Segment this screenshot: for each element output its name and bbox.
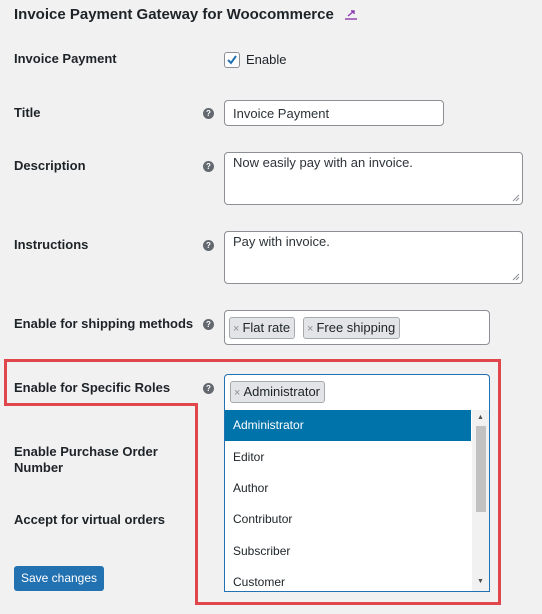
resize-grip-icon[interactable]: [512, 273, 520, 281]
external-link-icon[interactable]: [344, 6, 358, 23]
instructions-textarea[interactable]: Pay with invoice.: [224, 231, 523, 284]
description-text: Now easily pay with an invoice.: [233, 155, 413, 170]
title-input[interactable]: Invoice Payment: [224, 100, 444, 126]
title-field-label: Title: [14, 105, 41, 120]
page-title-text: Invoice Payment Gateway for Woocommerce: [14, 6, 334, 23]
remove-chip-icon[interactable]: ×: [233, 323, 239, 335]
instructions-field-label: Instructions: [14, 237, 89, 252]
shipping-methods-field-label: Enable for shipping methods: [14, 316, 194, 331]
shipping-methods-select[interactable]: × Flat rate × Free shipping: [224, 310, 490, 345]
enable-checkbox-label[interactable]: Enable: [246, 52, 286, 68]
shipping-chip-free-shipping[interactable]: × Free shipping: [303, 317, 401, 339]
enable-field-label: Invoice Payment: [14, 51, 117, 66]
help-icon[interactable]: ?: [203, 161, 214, 172]
remove-chip-icon[interactable]: ×: [307, 323, 313, 335]
description-field-label: Description: [14, 158, 86, 173]
help-icon[interactable]: ?: [203, 240, 214, 251]
shipping-chip-flat-rate[interactable]: × Flat rate: [229, 317, 296, 339]
annotation-outline: [4, 359, 501, 605]
resize-grip-icon[interactable]: [512, 194, 520, 202]
description-textarea[interactable]: Now easily pay with an invoice.: [224, 152, 523, 205]
page-title: Invoice Payment Gateway for Woocommerce: [14, 6, 358, 23]
instructions-text: Pay with invoice.: [233, 234, 330, 249]
help-icon[interactable]: ?: [203, 108, 214, 119]
enable-checkbox[interactable]: [224, 52, 240, 68]
checkmark-icon: [227, 55, 237, 65]
help-icon[interactable]: ?: [203, 319, 214, 330]
